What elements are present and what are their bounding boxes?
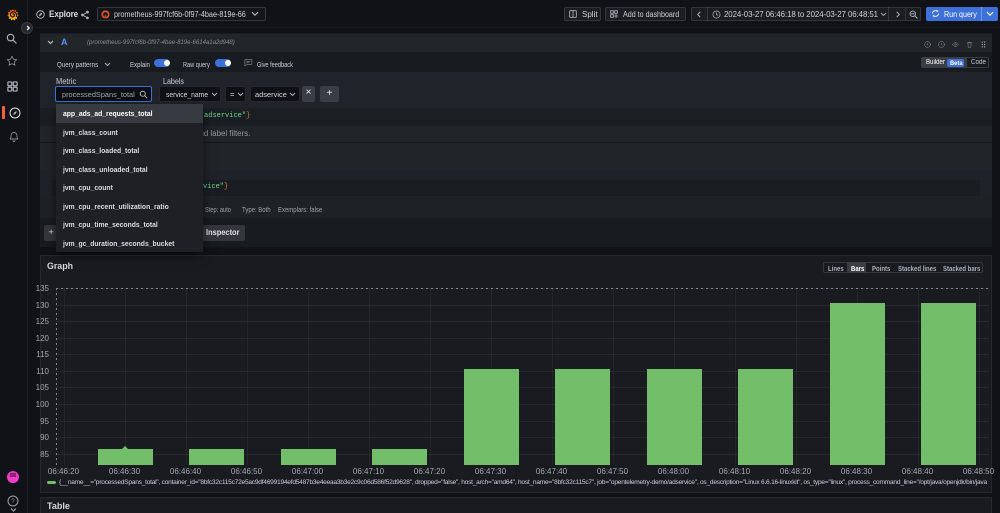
svg-text:?: ? (11, 499, 15, 505)
